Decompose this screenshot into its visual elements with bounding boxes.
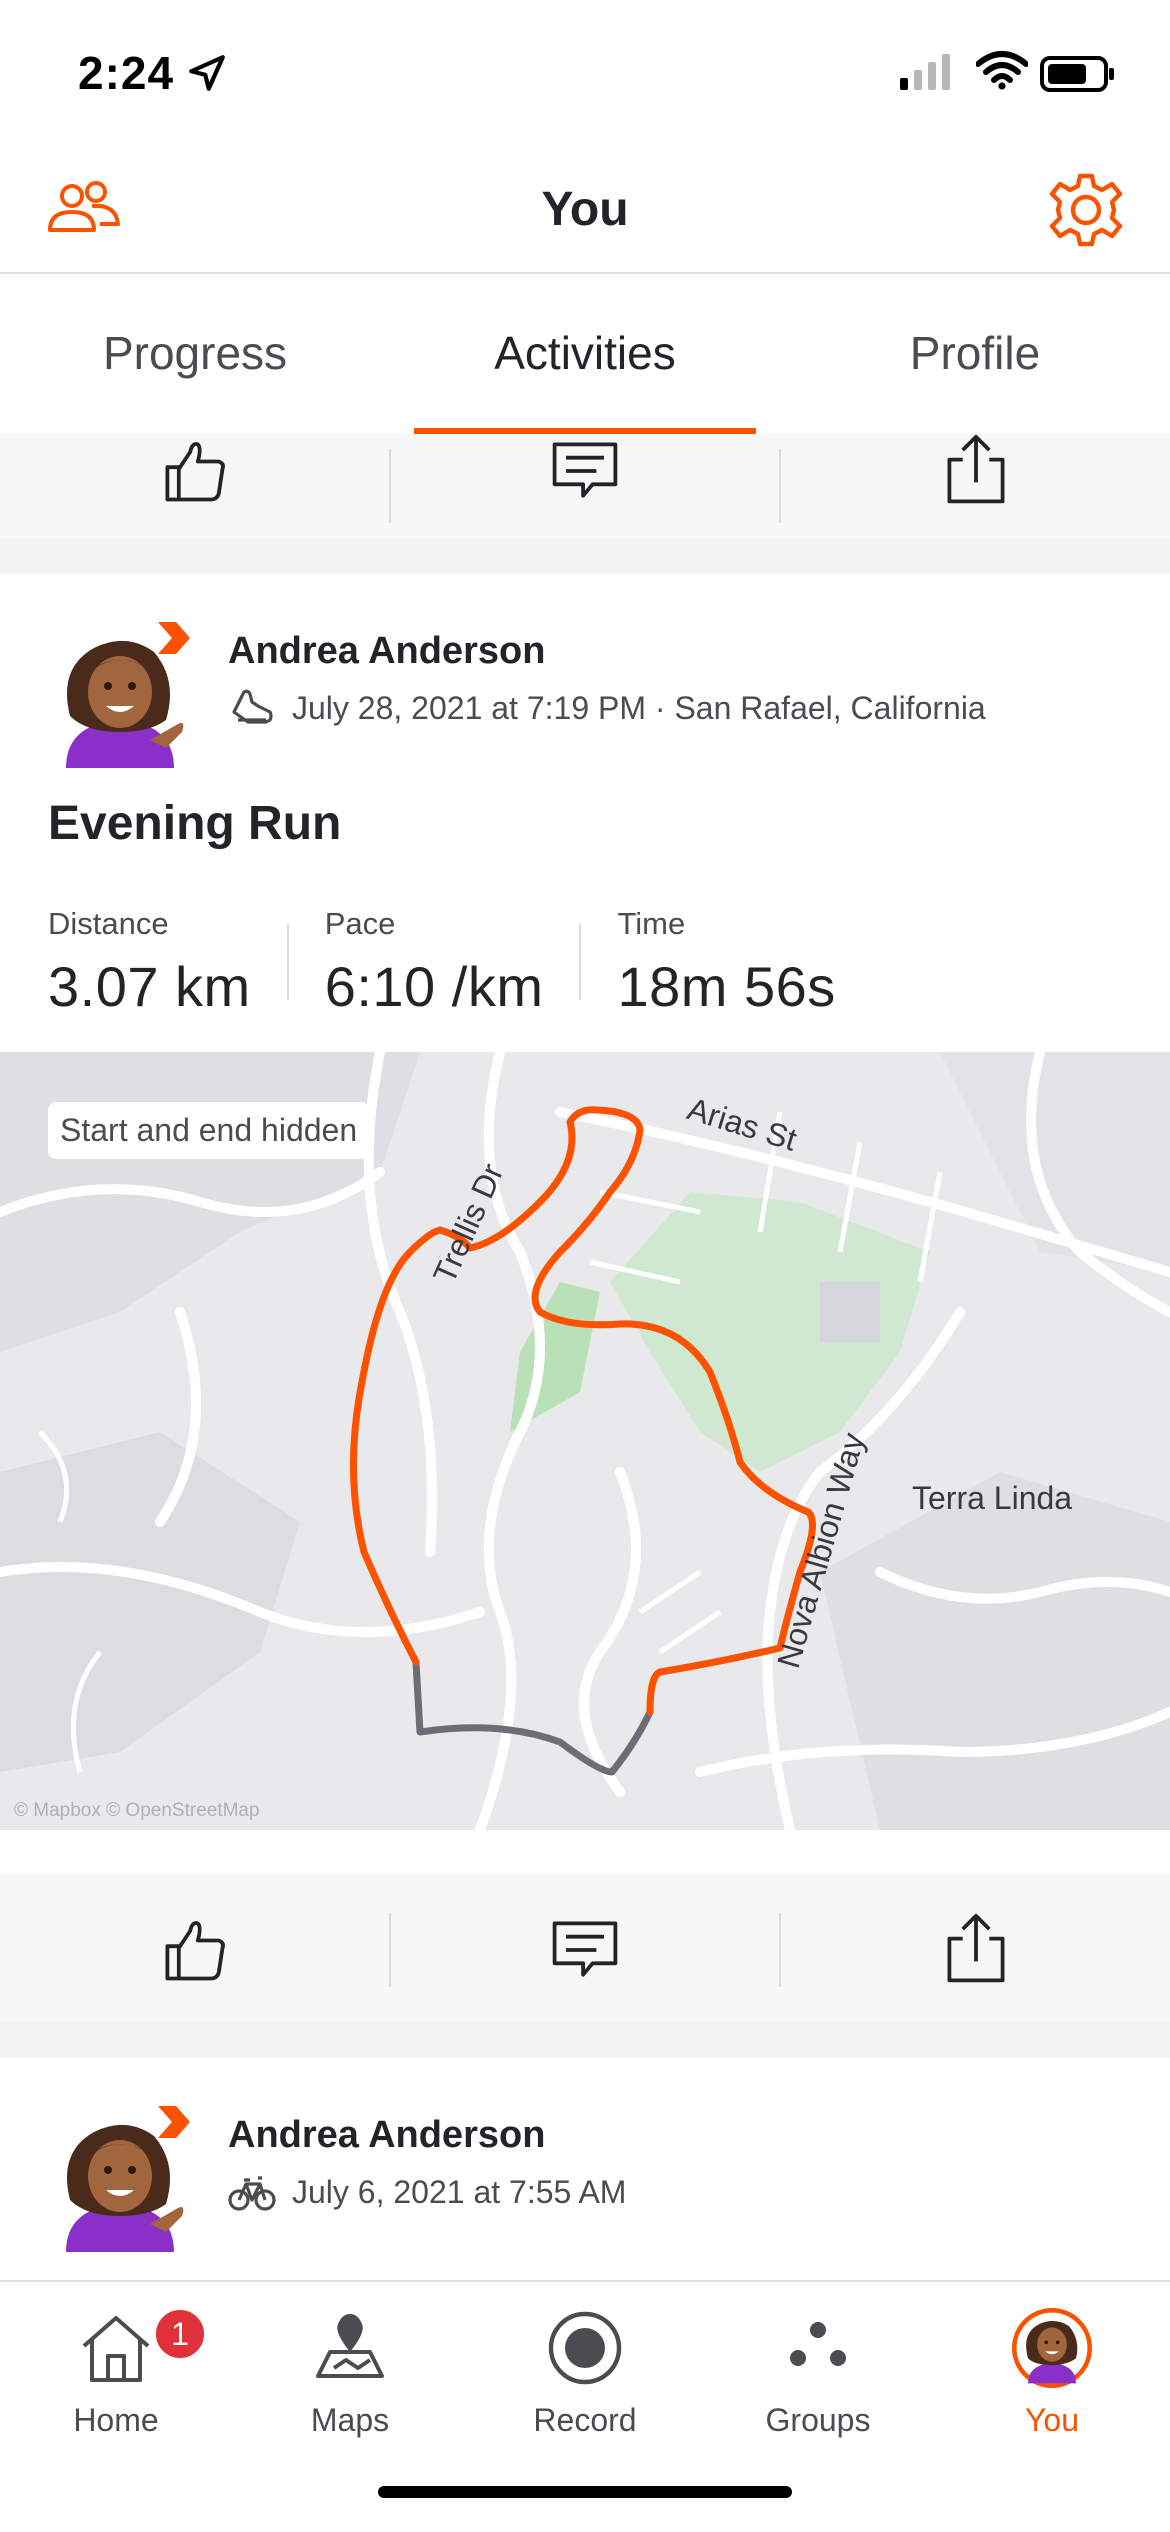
- avatar: [1012, 2308, 1092, 2388]
- stat-label: Distance: [48, 906, 169, 941]
- location-arrow-icon: [189, 55, 225, 91]
- home-indicator[interactable]: [378, 2486, 792, 2498]
- comment-button[interactable]: [391, 1878, 780, 2022]
- stat-time: Time 18m 56s: [617, 906, 871, 1019]
- activity-date: July 6, 2021 at 7:55 AM: [292, 2173, 627, 2210]
- gear-icon[interactable]: [1046, 170, 1126, 250]
- activity-meta: July 6, 2021 at 7:55 AM: [228, 2168, 626, 2216]
- neighborhood-label: Terra Linda: [912, 1480, 1073, 1516]
- activity-stats: Distance 3.07 km Pace 6:10 /km Time 18m …: [48, 906, 872, 1019]
- tabbar-groups[interactable]: Groups: [718, 2296, 918, 2446]
- activity-card[interactable]: Andrea Anderson July 6, 2021 at 7:55 AM: [0, 2058, 1170, 2280]
- stat-label: Pace: [324, 906, 396, 941]
- stat-distance: Distance 3.07 km: [48, 906, 287, 1019]
- maps-icon: [316, 2314, 384, 2378]
- athlete-avatar[interactable]: [46, 618, 196, 768]
- activity-date-location: July 28, 2021 at 7:19 PM · San Rafael, C…: [292, 689, 986, 726]
- comment-button[interactable]: [391, 434, 780, 538]
- map-tiles: [0, 1052, 1170, 1830]
- activity-map[interactable]: Start and end hidden Arias St Trellis Dr…: [0, 1052, 1170, 1830]
- thumbs-up-icon: [165, 442, 226, 502]
- tabbar-home[interactable]: 1 Home: [16, 2296, 216, 2446]
- share-icon: [947, 1913, 1005, 1983]
- tab-activities[interactable]: Activities: [390, 274, 780, 434]
- share-button[interactable]: [781, 434, 1170, 538]
- stat-pace: Pace 6:10 /km: [325, 906, 580, 1019]
- athlete-name[interactable]: Andrea Anderson: [228, 2114, 545, 2157]
- kudos-button[interactable]: [0, 434, 389, 538]
- page-title: You: [541, 183, 629, 236]
- thumbs-up-icon: [165, 1921, 226, 1981]
- battery-icon: [1040, 56, 1114, 92]
- bike-icon: [228, 2176, 276, 2211]
- subscriber-chevron-icon: [158, 622, 190, 654]
- tabbar-label: Maps: [310, 2402, 390, 2438]
- home-icon: [82, 2316, 150, 2382]
- app-header: You: [0, 140, 1170, 274]
- groups-icon: [790, 2322, 846, 2366]
- tabbar-you[interactable]: You: [952, 2296, 1152, 2446]
- cellular-signal-icon: [900, 54, 950, 90]
- athlete-avatar[interactable]: [46, 2102, 196, 2252]
- tabbar-label: You: [1025, 2402, 1079, 2438]
- share-icon: [947, 434, 1005, 504]
- stat-value: 18m 56s: [617, 955, 836, 1018]
- athlete-name[interactable]: Andrea Anderson: [228, 630, 545, 673]
- stat-value: 3.07 km: [48, 955, 251, 1018]
- activity-title[interactable]: Evening Run: [48, 796, 341, 851]
- stat-label: Time: [617, 906, 686, 941]
- top-tabs: Progress Activities Profile: [0, 274, 1170, 434]
- divider: [579, 924, 582, 1000]
- stat-value: 6:10 /km: [324, 955, 544, 1018]
- record-icon: [548, 2311, 622, 2385]
- tabbar-label: Home: [73, 2402, 159, 2438]
- share-button[interactable]: [781, 1878, 1170, 2022]
- tabbar-record[interactable]: Record: [485, 2296, 685, 2446]
- activity-meta: July 28, 2021 at 7:19 PM · San Rafael, C…: [228, 684, 986, 732]
- status-time: 2:24: [78, 47, 175, 99]
- notification-badge: 1: [152, 2306, 208, 2362]
- hidden-route-segment: [412, 1658, 654, 1776]
- tabbar-label: Groups: [765, 2402, 871, 2438]
- previous-activity-actions: [0, 434, 1170, 538]
- map-attribution[interactable]: © Mapbox © OpenStreetMap: [14, 1800, 260, 1822]
- tab-profile[interactable]: Profile: [780, 274, 1170, 434]
- wifi-icon: [976, 51, 1028, 90]
- divider: [286, 924, 289, 1000]
- subscriber-chevron-icon: [158, 2106, 190, 2138]
- status-bar: 2:24: [0, 0, 1170, 140]
- comment-icon: [552, 1921, 618, 1977]
- tabbar-label: Record: [533, 2402, 637, 2438]
- activity-actions: [0, 1878, 1170, 2022]
- comment-icon: [552, 442, 618, 498]
- tabbar-maps[interactable]: Maps: [250, 2296, 450, 2446]
- shoe-icon: [232, 689, 273, 724]
- privacy-chip: Start and end hidden: [48, 1102, 370, 1159]
- tab-progress[interactable]: Progress: [0, 274, 390, 434]
- kudos-button[interactable]: [0, 1878, 389, 2022]
